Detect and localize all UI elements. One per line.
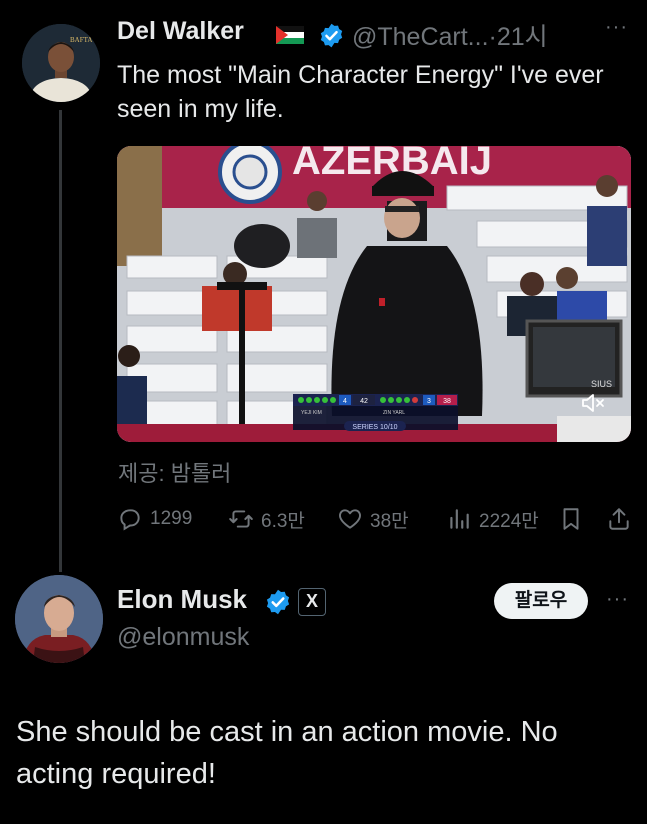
- reply-icon: [120, 509, 140, 531]
- like-button[interactable]: 38만: [337, 503, 409, 535]
- svg-text:SERIES 10/10: SERIES 10/10: [352, 424, 397, 431]
- reply-count: 1299: [150, 508, 193, 529]
- views-icon: [450, 509, 469, 529]
- author-name[interactable]: Del Walker: [117, 17, 244, 46]
- avatar-elon-musk[interactable]: [15, 575, 103, 663]
- svg-text:4: 4: [343, 398, 347, 405]
- share-icon: [609, 508, 629, 530]
- author-handle[interactable]: @TheCart...·21시: [352, 17, 548, 53]
- retweet-count: 6.3만: [261, 510, 305, 532]
- share-button[interactable]: [606, 503, 632, 535]
- x-affiliate-badge: X: [298, 588, 326, 616]
- handle-text: @TheCart...: [352, 23, 489, 51]
- reply-author-name[interactable]: Elon Musk: [117, 584, 247, 615]
- avatar-del-walker[interactable]: BAFTA: [22, 24, 100, 102]
- retweet-button[interactable]: 6.3만: [228, 503, 305, 535]
- scoreboard: 4 42 3 38 YEJI KIM ZIN YARL SERIES 10/10: [293, 394, 458, 431]
- retweet-icon: [229, 510, 253, 528]
- verified-icon: [318, 22, 345, 49]
- avatar-image: [15, 575, 103, 663]
- svg-text:3: 3: [427, 398, 431, 405]
- separator: ·: [488, 23, 497, 51]
- reply-author-handle[interactable]: @elonmusk: [117, 623, 249, 652]
- monitor-text: SIUS: [591, 379, 612, 389]
- avatar-image: BAFTA: [22, 24, 100, 102]
- bookmark-button[interactable]: [558, 503, 584, 535]
- like-icon: [339, 509, 361, 529]
- svg-text:38: 38: [443, 398, 451, 405]
- like-count: 38만: [370, 510, 409, 532]
- more-options-icon[interactable]: ···: [605, 16, 628, 39]
- tweet-text: The most "Main Character Energy" I've ev…: [117, 61, 604, 123]
- more-options-icon[interactable]: ···: [606, 588, 629, 611]
- video-frame: AZERBAIJ SIUS 4 42 3 38 YEJI KIM ZIN YAR…: [117, 146, 631, 442]
- flag-icon: [276, 26, 304, 44]
- media-credit: 제공: 밤톨러: [118, 461, 232, 486]
- svg-text:ZIN YARL: ZIN YARL: [383, 410, 405, 416]
- tweet-video[interactable]: AZERBAIJ SIUS 4 42 3 38 YEJI KIM ZIN YAR…: [117, 146, 631, 442]
- action-bar: 1299 6.3만 38만 2224만: [117, 503, 637, 535]
- views-button[interactable]: 2224만: [446, 503, 539, 535]
- thread-line: [59, 110, 62, 572]
- svg-text:BAFTA: BAFTA: [70, 36, 92, 44]
- svg-text:YEJI KIM: YEJI KIM: [301, 410, 322, 416]
- svg-text:42: 42: [360, 398, 368, 405]
- reply-text: She should be cast in an action movie. N…: [16, 716, 558, 790]
- bookmark-icon: [563, 508, 579, 530]
- verified-icon: [264, 588, 292, 616]
- reply-button[interactable]: 1299: [117, 503, 192, 535]
- timestamp[interactable]: 21시: [497, 23, 548, 51]
- mute-icon[interactable]: [580, 392, 608, 414]
- views-count: 2224만: [479, 510, 539, 532]
- follow-button[interactable]: 팔로우: [494, 583, 588, 619]
